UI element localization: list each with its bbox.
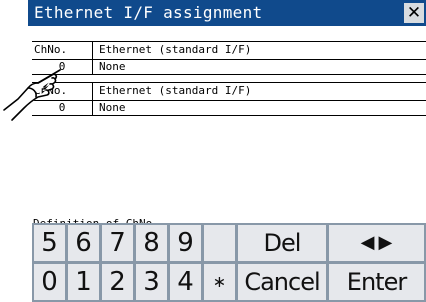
numeric-keypad: 5 6 7 8 9 Del ◀ ▶ 0 1 2 3 4 ∗ Cancel Ent… — [32, 223, 426, 302]
table1-header-row: ChNo. Ethernet (standard I/F) — [32, 41, 426, 60]
key-6[interactable]: 6 — [68, 225, 99, 261]
key-8[interactable]: 8 — [136, 225, 167, 261]
table1-header-ethernet: Ethernet (standard I/F) — [99, 43, 252, 56]
arrow-keys: ◀ ▶ — [329, 225, 424, 261]
key-1[interactable]: 1 — [68, 264, 99, 300]
key-blank[interactable] — [204, 225, 235, 261]
key-0[interactable]: 0 — [34, 264, 65, 300]
key-5[interactable]: 5 — [34, 225, 65, 261]
key-asterisk[interactable]: ∗ — [204, 264, 235, 300]
table1-row[interactable]: 0 None — [32, 59, 426, 75]
close-button[interactable]: ✕ — [404, 3, 424, 23]
table2-header-ethernet: Ethernet (standard I/F) — [99, 84, 252, 97]
table1-ethernet-cell: None — [99, 60, 126, 73]
close-icon: ✕ — [406, 3, 422, 23]
window-title: Ethernet I/F assignment — [34, 3, 263, 22]
title-bar: Ethernet I/F assignment ✕ — [28, 0, 426, 26]
table2-ethernet-cell: None — [99, 101, 126, 114]
key-4[interactable]: 4 — [170, 264, 201, 300]
key-enter[interactable]: Enter — [329, 264, 424, 300]
key-cancel[interactable]: Cancel — [238, 264, 326, 300]
key-3[interactable]: 3 — [136, 264, 167, 300]
key-9[interactable]: 9 — [170, 225, 201, 261]
table1-header-chno: ChNo. — [34, 43, 68, 56]
table2-header-row: ChNo. Ethernet (standard I/F) — [32, 82, 426, 101]
key-del[interactable]: Del — [238, 225, 326, 261]
arrow-right-icon[interactable]: ▶ — [379, 234, 393, 252]
key-2[interactable]: 2 — [102, 264, 133, 300]
arrow-left-icon[interactable]: ◀ — [361, 234, 375, 252]
touch-hand-icon — [3, 69, 61, 121]
table2-row[interactable]: 0 None — [32, 100, 426, 116]
key-7[interactable]: 7 — [102, 225, 133, 261]
